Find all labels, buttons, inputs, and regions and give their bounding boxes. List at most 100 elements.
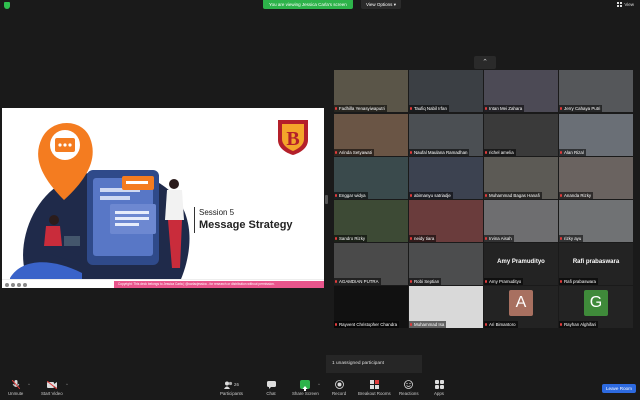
participant-name: Muhammad Bagas Hanafi — [484, 192, 542, 199]
participant-display-name: Amy Pramudityo — [497, 259, 545, 265]
muted-mic-icon — [560, 280, 562, 283]
participant-tile[interactable]: Ananda Rizky — [559, 157, 633, 199]
participant-tile[interactable]: Alan Rizal — [559, 114, 633, 156]
muted-mic-icon — [335, 107, 337, 110]
participant-name: Rayhan Alghifari — [559, 321, 598, 328]
participant-tile[interactable]: richel amelia — [484, 114, 558, 156]
chat-icon — [266, 380, 276, 389]
session-title: Message Strategy — [199, 219, 293, 231]
participant-display-name: Rafi prabaswara — [572, 259, 620, 265]
slide-copyright: Copyright: This deck belongs to Jessica … — [114, 281, 324, 288]
participant-name: rizky ayu — [559, 235, 584, 242]
participant-tile[interactable]: neidy tiara — [409, 200, 483, 242]
top-bar: You are viewing Jessica Carla's screen V… — [0, 0, 640, 10]
security-shield-icon[interactable] — [4, 2, 10, 9]
participant-tile[interactable]: rizky ayu — [559, 200, 633, 242]
participant-tile[interactable]: Rafi prabaswara Rafi prabaswara — [559, 243, 633, 285]
unmute-button[interactable]: Unmute — [8, 380, 23, 396]
share-options-caret[interactable]: ^ — [318, 382, 320, 387]
record-icon — [334, 380, 344, 389]
microphone-muted-icon — [11, 380, 21, 389]
share-screen-button[interactable]: Share Screen — [292, 380, 319, 396]
participant-name: Alan Rizal — [559, 149, 586, 156]
video-off-icon — [46, 380, 57, 389]
participant-tile[interactable]: Irvina Aisah — [484, 200, 558, 242]
participants-button[interactable]: 26 Participants — [220, 380, 243, 396]
participant-tile[interactable]: Enggar widya — [334, 157, 408, 199]
participant-tile[interactable]: Taufiq Nabil Irfan — [409, 70, 483, 112]
participant-name: AGAMDIAN PUTRA — [334, 278, 381, 285]
participant-name: Naufal Maulana Ramadhan — [409, 149, 470, 156]
participant-tile[interactable]: abimanyu satriadje — [409, 157, 483, 199]
participant-tile[interactable]: Jerry Cahaya Putri — [559, 70, 633, 112]
participant-tile[interactable]: A Ari Bimantoro — [484, 286, 558, 328]
muted-mic-icon — [485, 323, 487, 326]
unassigned-participant-notice: 1 unassigned participant — [326, 355, 422, 373]
apps-label: Apps — [434, 391, 445, 396]
participant-name: Ari Bimantoro — [484, 321, 518, 328]
zoom-meeting-window: You are viewing Jessica Carla's screen V… — [0, 0, 640, 400]
participant-name: Muhammad Isa — [409, 321, 447, 328]
apps-icon — [434, 380, 444, 389]
audio-options-caret[interactable]: ^ — [28, 382, 30, 387]
muted-mic-icon — [410, 194, 412, 197]
start-video-label: Start Video — [41, 391, 63, 396]
participant-tile[interactable]: Sandro Rizky — [334, 200, 408, 242]
muted-mic-icon — [335, 280, 337, 283]
muted-mic-icon — [335, 323, 337, 326]
view-options-dropdown[interactable]: View Options ▾ — [361, 0, 401, 9]
muted-mic-icon — [410, 107, 412, 110]
participant-tile[interactable]: Fadhilla Yenasyiwaputri — [334, 70, 408, 112]
participant-tile[interactable]: Intan Mei Zahara — [484, 70, 558, 112]
muted-mic-icon — [485, 237, 487, 240]
slide-footer: Copyright: This deck belongs to Jessica … — [2, 279, 324, 288]
participant-name: abimanyu satriadje — [409, 192, 453, 199]
participant-tile[interactable]: Arinda Setyawati — [334, 114, 408, 156]
participant-name: Rayvent Christopher Chandra — [334, 321, 400, 328]
muted-mic-icon — [560, 237, 562, 240]
chat-button[interactable]: Chat — [266, 380, 276, 396]
apps-button[interactable]: Apps — [434, 380, 444, 396]
muted-mic-icon — [410, 237, 412, 240]
participant-tile[interactable]: Naufal Maulana Ramadhan — [409, 114, 483, 156]
record-label: Record — [332, 391, 347, 396]
participant-name: Robi Septian — [409, 278, 442, 285]
participant-name: neidy tiara — [409, 235, 437, 242]
session-label: Session 5 — [199, 208, 235, 217]
participant-name: Fadhilla Yenasyiwaputri — [334, 105, 387, 112]
breakout-rooms-button[interactable]: Breakout Rooms — [358, 380, 391, 396]
leave-room-button[interactable]: Leave Room — [601, 384, 636, 393]
video-options-caret[interactable]: ^ — [66, 382, 68, 387]
participant-name: Ananda Rizky — [559, 192, 594, 199]
reactions-button[interactable]: Reactions — [399, 380, 419, 396]
gallery-page-up-button[interactable]: ⌃ — [474, 56, 496, 69]
participant-tile[interactable]: Robi Septian — [409, 243, 483, 285]
participant-tile[interactable]: Muhammad Isa — [409, 286, 483, 328]
participant-name: Sandro Rizky — [334, 235, 368, 242]
muted-mic-icon — [410, 151, 412, 154]
participant-name: Jerry Cahaya Putri — [559, 105, 603, 112]
avatar: A — [509, 290, 533, 316]
logo-letter: B — [286, 128, 299, 150]
reactions-label: Reactions — [399, 391, 419, 396]
splitter-handle[interactable] — [325, 195, 328, 204]
participant-tile[interactable]: Rayvent Christopher Chandra — [334, 286, 408, 328]
participant-tile[interactable]: Amy Pramudityo Amy Pramudityo — [484, 243, 558, 285]
viewing-screen-banner: You are viewing Jessica Carla's screen — [263, 0, 353, 9]
reactions-icon — [404, 380, 414, 389]
breakout-rooms-label: Breakout Rooms — [358, 391, 391, 396]
view-options-label: View Options — [366, 2, 393, 7]
muted-mic-icon — [335, 151, 337, 154]
start-video-button[interactable]: Start Video — [41, 380, 63, 396]
participant-name: Amy Pramudityo — [484, 278, 524, 285]
view-button[interactable]: View — [617, 2, 634, 7]
participant-name: Rafi prabaswara — [559, 278, 598, 285]
view-button-label: View — [624, 2, 634, 7]
slide-controls[interactable] — [5, 283, 27, 287]
participant-tile[interactable]: G Rayhan Alghifari — [559, 286, 633, 328]
title-divider — [194, 207, 195, 233]
record-button[interactable]: Record — [332, 380, 346, 396]
participant-tile[interactable]: Muhammad Bagas Hanafi — [484, 157, 558, 199]
participant-tile[interactable]: AGAMDIAN PUTRA — [334, 243, 408, 285]
participant-name: Enggar widya — [334, 192, 368, 199]
